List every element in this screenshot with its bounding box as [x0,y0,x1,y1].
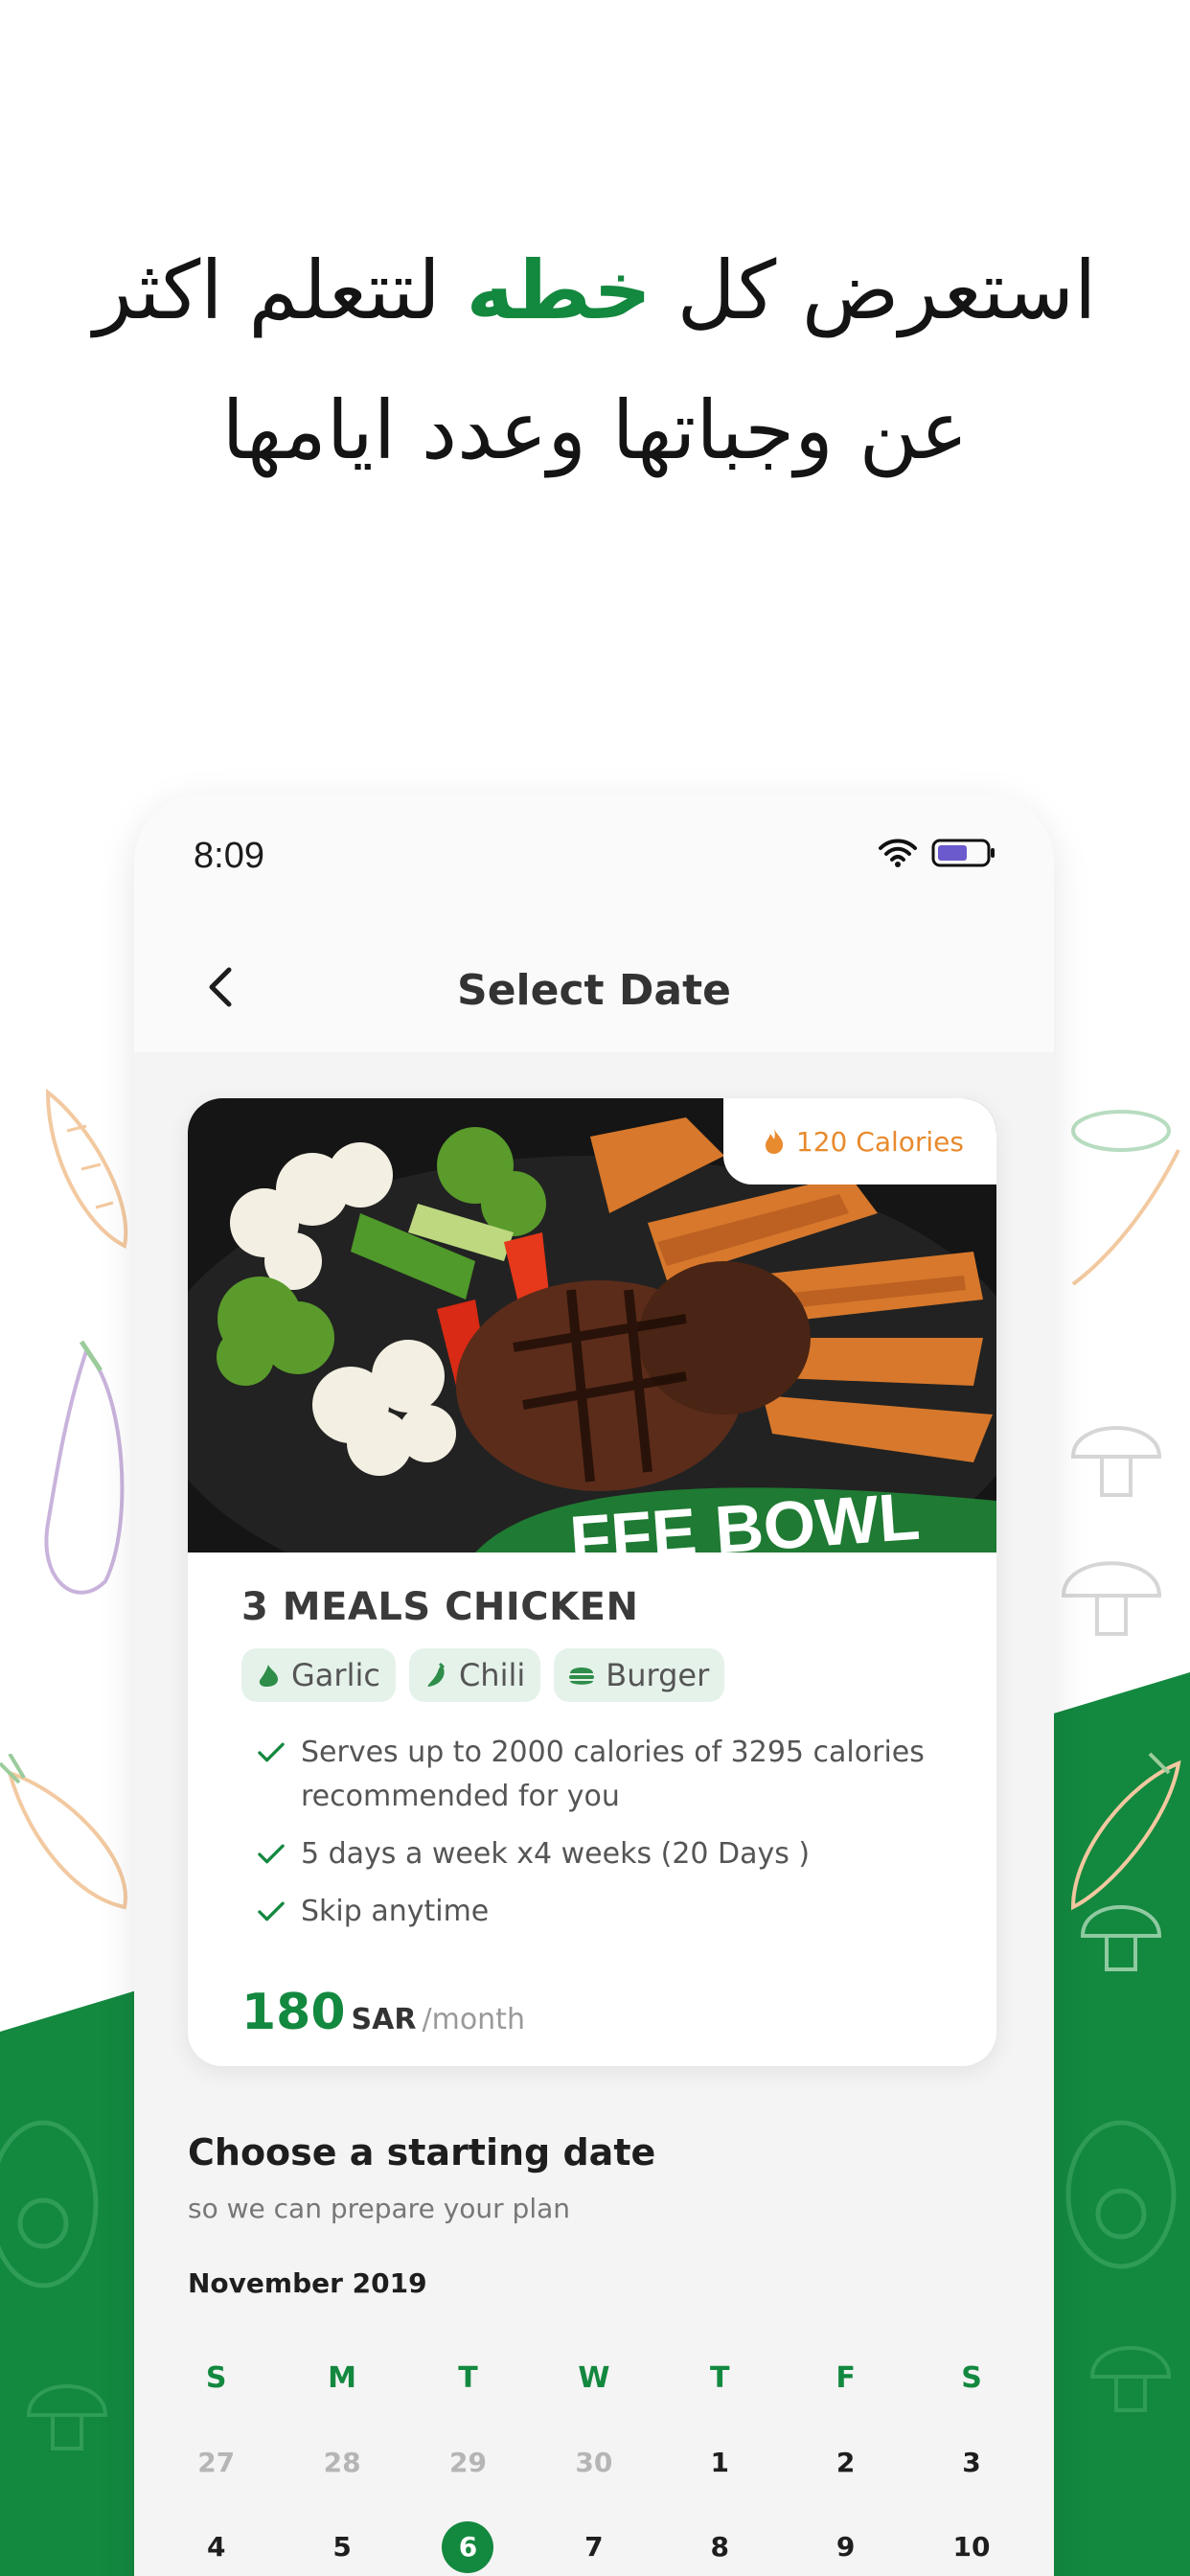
avocado-doodle-icon [1065,2120,1177,2269]
calendar-day[interactable]: 1 [657,2421,783,2505]
avocado-doodle-icon-2 [0,2120,99,2288]
status-bar: 8:09 [134,794,1054,918]
battery-icon [931,839,995,867]
start-date-subtitle: so we can prepare your plan [188,2193,571,2224]
day-number: 3 [962,2447,981,2478]
price-value: 180 [241,1984,346,2041]
meal-plan-title: 3 MEALS CHICKEN [241,1585,639,1629]
flame-icon [765,1129,784,1154]
day-number: 8 [710,2531,729,2563]
day-number: 9 [835,2531,856,2563]
tag-label: Garlic [291,1657,380,1693]
day-number: 28 [323,2447,361,2478]
calendar-day[interactable]: 7 [531,2505,656,2576]
tag-garlic: Garlic [241,1648,396,1702]
calendar-week-row: 27 28 29 30 1 2 3 [153,2421,1035,2505]
mushroom-doodle-icon-4 [26,2384,108,2450]
promo-headline: استعرض كل خطه لتتعلم اكثر عن وجباتها وعد… [77,220,1113,500]
day-number: 10 [952,2531,991,2563]
headline-highlight: خطه [466,243,652,337]
day-number: 27 [197,2447,236,2478]
tag-label: Burger [606,1657,710,1693]
price-period: /month [422,2003,525,2036]
calendar-week-row: 4 5 6 7 8 9 10 [153,2505,1035,2576]
status-icons [878,838,996,868]
feature-text: Skip anytime [301,1895,490,1928]
status-time: 8:09 [194,836,264,876]
headline-text-start: استعرض كل [651,243,1097,337]
carrot-doodle-icon-2 [0,1754,127,1910]
wifi-icon [879,839,917,867]
calendar-day[interactable]: 10 [908,2505,1034,2576]
calendar-day: 29 [405,2421,531,2505]
calendar-day: 27 [153,2421,279,2505]
feature-item: 5 days a week x4 weeks (20 Days ) [241,1832,950,1876]
feature-item: Serves up to 2000 calories of 3295 calor… [241,1731,950,1819]
weekday-label: S [961,2361,982,2395]
calendar-day[interactable]: 4 [153,2505,279,2576]
day-number: 4 [206,2531,226,2563]
feature-item: Skip anytime [241,1890,950,1934]
tag-label: Chili [458,1657,526,1693]
calendar-day[interactable]: 5 [279,2505,404,2576]
check-icon [258,1901,285,1921]
start-date-title: Choose a starting date [188,2131,656,2174]
page-title: Select Date [457,966,731,1015]
tag-burger: Burger [554,1648,725,1702]
weekday-label: T [710,2361,730,2395]
calories-badge: 120 Calories [722,1098,996,1184]
check-icon [258,1844,285,1864]
weekday-label: T [458,2361,478,2395]
meal-plan-card[interactable]: FFE BOWL 120 Calories 3 MEALS CHICKEN Ga… [188,1098,996,2066]
day-number: 5 [332,2531,352,2563]
calendar-day[interactable]: 2 [783,2421,908,2505]
top-navigation: Select Date [134,937,1054,1043]
plan-features: Serves up to 2000 calories of 3295 calor… [241,1731,950,1947]
mushroom-doodle-icon-3 [1080,1905,1162,1971]
chili-icon [427,1662,445,1687]
day-number: 2 [835,2447,856,2478]
carrot-doodle-icon [45,1088,128,1249]
calendar-day[interactable]: 8 [657,2505,783,2576]
day-number: 1 [710,2447,729,2478]
tag-chili: Chili [408,1648,541,1702]
cucumber-doodle-icon [1071,1110,1180,1286]
weekday-label: F [835,2361,856,2395]
calendar-day: 30 [531,2421,656,2505]
feature-text: Serves up to 2000 calories of 3295 calor… [301,1736,925,1813]
feature-text: 5 days a week x4 weeks (20 Days ) [301,1837,811,1871]
calories-text: 120 Calories [795,1125,964,1158]
day-number: 30 [575,2447,613,2478]
calendar-day-selected[interactable]: 6 [405,2505,531,2576]
weekday-label: S [205,2361,227,2395]
calendar-month-label: November 2019 [188,2267,427,2299]
calendar-day: 28 [279,2421,404,2505]
price-currency: SAR [351,2003,417,2036]
burger-icon [569,1668,595,1685]
mushroom-doodle-icon [1070,1426,1162,1497]
calendar-day[interactable]: 3 [908,2421,1034,2505]
price: 180 SAR /month [241,1984,525,2041]
day-number: 29 [448,2447,487,2478]
mushroom-doodle-icon-5 [1089,2346,1172,2412]
calendar: S M T W T F S 27 28 29 30 1 2 3 4 5 6 7 … [153,2336,1035,2576]
calendar-day[interactable]: 9 [783,2505,908,2576]
day-number: 7 [584,2531,604,2563]
weekday-label: M [328,2361,357,2395]
check-icon [258,1742,285,1762]
garlic-icon [259,1665,278,1687]
ingredient-tags: Garlic Chili Burger [241,1648,725,1702]
eggplant-doodle-icon [44,1340,125,1595]
day-number: 6 [442,2521,494,2573]
weekday-label: W [578,2361,610,2395]
phone-mockup: 8:09 Select Date FFE BOWL 120 Calories 3… [134,794,1054,2576]
mushroom-doodle-icon-2 [1061,1561,1162,1636]
calendar-weekday-row: S M T W T F S [153,2336,1035,2421]
